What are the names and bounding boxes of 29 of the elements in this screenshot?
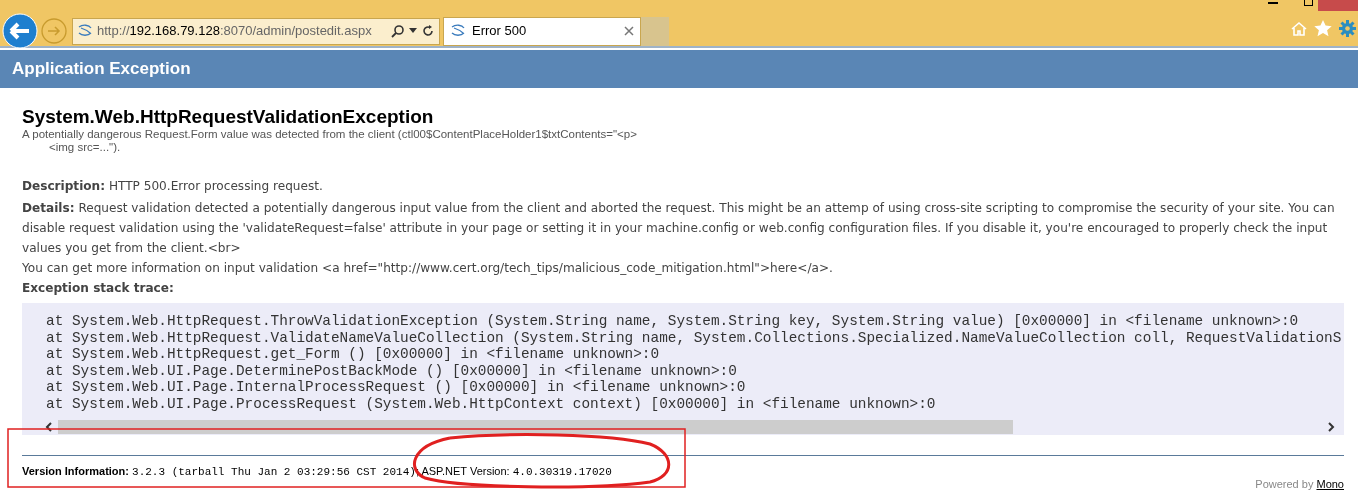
page-icon (77, 24, 93, 38)
caret-icon[interactable] (409, 28, 417, 34)
search-icon[interactable] (391, 24, 405, 38)
page-header-title: Application Exception (12, 58, 191, 81)
back-button[interactable] (2, 13, 38, 49)
stack-trace-line: at System.Web.UI.Page.InternalProcessRequest () [0x00000] in <filename unknown>:0 (46, 379, 746, 396)
exception-title: System.Web.HttpRequestValidationException (22, 106, 435, 128)
page-icon (450, 24, 466, 38)
refresh-icon[interactable] (421, 24, 435, 38)
stack-trace-line: at System.Web.HttpRequest.ValidateNameValueCollection (System.String name, System.Collections.Specialized.NameValueCollection coll, RequestValidationS (46, 329, 1342, 346)
close-tab-icon[interactable] (624, 26, 634, 36)
settings-icon[interactable] (1339, 20, 1356, 37)
stack-trace-line: at System.Web.HttpRequest.get_Form () [0x00000] in <filename unknown>:0 (46, 346, 660, 363)
mono-link[interactable]: Mono (1316, 478, 1344, 490)
address-field[interactable]: http://192.168.79.128:8070/admin/postedit.aspx (72, 17, 440, 45)
exception-message: <img src=..."). (48, 141, 122, 154)
stack-trace-line: at System.Web.HttpRequest.ThrowValidationException (System.String name, System.String key, System.String value) [0x00000] in <filename unknown>:0 (46, 313, 1299, 330)
stack-trace-label: Exception stack trace: (22, 280, 175, 297)
exception-message: A potentially dangerous Request.Form value was detected from the client (ctl00$ContentPlaceHolder1$txtContents="<p> (22, 128, 638, 141)
address-text: http://192.168.79.128:8070/admin/postedit.aspx (97, 22, 372, 41)
stack-trace-line: at System.Web.UI.Page.DeterminePostBackMode () [0x00000] in <filename unknown>:0 (46, 362, 737, 379)
description-text: Description: HTTP 500.Error processing request. (22, 178, 324, 195)
stack-trace-line: at System.Web.UI.Page.ProcessRequest (System.Web.HttpContext context) [0x00000] in <filename unknown>:0 (46, 395, 936, 412)
star-icon[interactable] (1314, 20, 1332, 37)
powered-by-text: Powered by (1255, 478, 1314, 490)
version-info-text: Version Information: 3.2.3 (tarball Thu Jan 2 03:29:56 CST 2014); ASP.NET Version: 4.0.30319.17020 (22, 464, 612, 480)
details-text: Details: Request validation detected a potentially dangerous input value from the client and aborted the request. This might be an attemp of using cross-site scripting to compromise the security of your site. You can disable request validation using the 'validateRequest=false' attribute in your page or setting it in your machine.config or web.config configuration files. If you disable it, you're encouraged to properly check the input values you get from the client.<br> (22, 200, 1336, 257)
browser-tab[interactable]: Error 500 (443, 16, 641, 46)
details-text: You can get more information on input validation <a href="http://www.cert.org/tech_tips/malicious_code_mitigation.html">here</a>. (22, 260, 834, 277)
